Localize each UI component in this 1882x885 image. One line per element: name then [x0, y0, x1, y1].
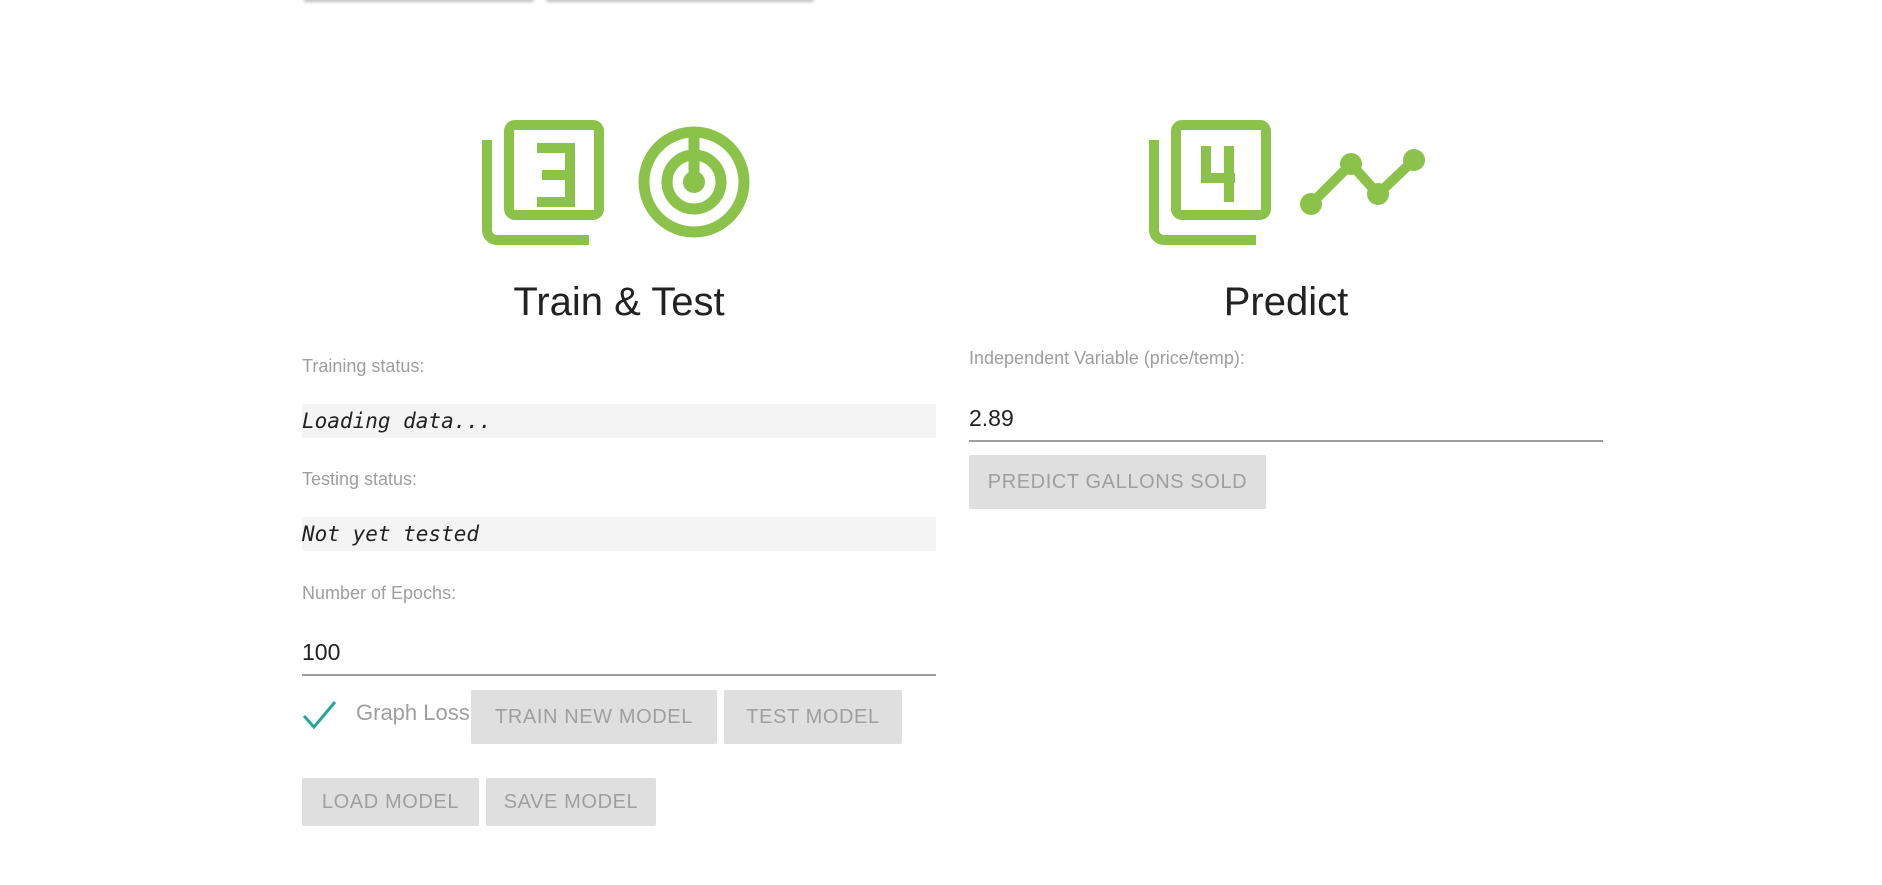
testing-status-label: Testing status:: [302, 469, 418, 489]
testing-status-value: Not yet tested: [302, 517, 936, 551]
step-4-icon: [1149, 120, 1271, 245]
independent-variable-label: Independent Variable (price/temp):: [969, 348, 1245, 368]
train-new-model-button[interactable]: TRAIN NEW MODEL: [471, 690, 717, 744]
predict-title: Predict: [1223, 280, 1349, 324]
load-model-button[interactable]: LOAD MODEL: [302, 778, 479, 826]
training-status-label: Training status:: [302, 356, 425, 376]
training-status-value: Loading data...: [302, 404, 936, 438]
graph-loss-checkbox[interactable]: [302, 698, 338, 732]
train-icons: [482, 120, 762, 245]
epochs-label: Number of Epochs:: [302, 583, 457, 603]
test-model-button[interactable]: TEST MODEL: [724, 690, 902, 744]
graph-loss-label[interactable]: Graph Loss: [356, 700, 470, 726]
target-icon: [638, 126, 750, 238]
line-chart-icon: [1300, 149, 1425, 215]
predict-icons: [1149, 120, 1439, 245]
train-test-title: Train & Test: [513, 280, 725, 324]
predict-gallons-sold-button[interactable]: PREDICT GALLONS SOLD: [969, 455, 1266, 509]
independent-variable-input[interactable]: [969, 396, 1603, 442]
save-model-button[interactable]: SAVE MODEL: [486, 778, 656, 826]
epochs-input[interactable]: [302, 630, 936, 676]
step-3-icon: [482, 120, 604, 245]
